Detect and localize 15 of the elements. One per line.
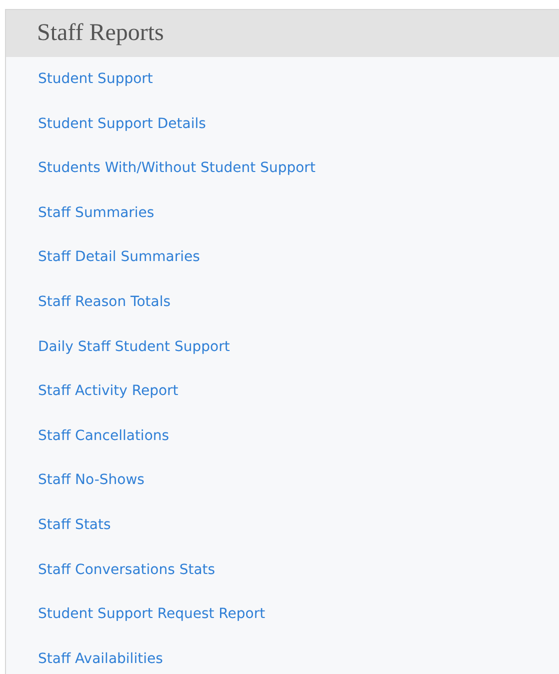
report-link[interactable]: Staff Stats xyxy=(6,502,111,548)
report-link[interactable]: Staff Reason Totals xyxy=(6,280,171,325)
report-link[interactable]: Staff Cancellations xyxy=(6,414,170,458)
report-link[interactable]: Staff Availabilities xyxy=(6,636,163,674)
report-link[interactable]: Students With/Without Student Support xyxy=(6,146,316,191)
report-link[interactable]: Staff Summaries xyxy=(6,190,154,236)
report-link[interactable]: Student Support xyxy=(6,57,153,102)
report-link[interactable]: Staff No-Shows xyxy=(6,458,144,503)
panel-title: Staff Reports xyxy=(37,20,164,47)
report-link[interactable]: Staff Detail Summaries xyxy=(6,235,200,280)
report-link[interactable]: Student Support Request Report xyxy=(6,592,266,637)
report-link[interactable]: Student Support Details xyxy=(6,102,206,146)
report-link[interactable]: Staff Activity Report xyxy=(6,369,178,414)
report-link[interactable]: Daily Staff Student Support xyxy=(6,324,230,370)
report-link[interactable]: Staff Conversations Stats xyxy=(6,548,216,592)
